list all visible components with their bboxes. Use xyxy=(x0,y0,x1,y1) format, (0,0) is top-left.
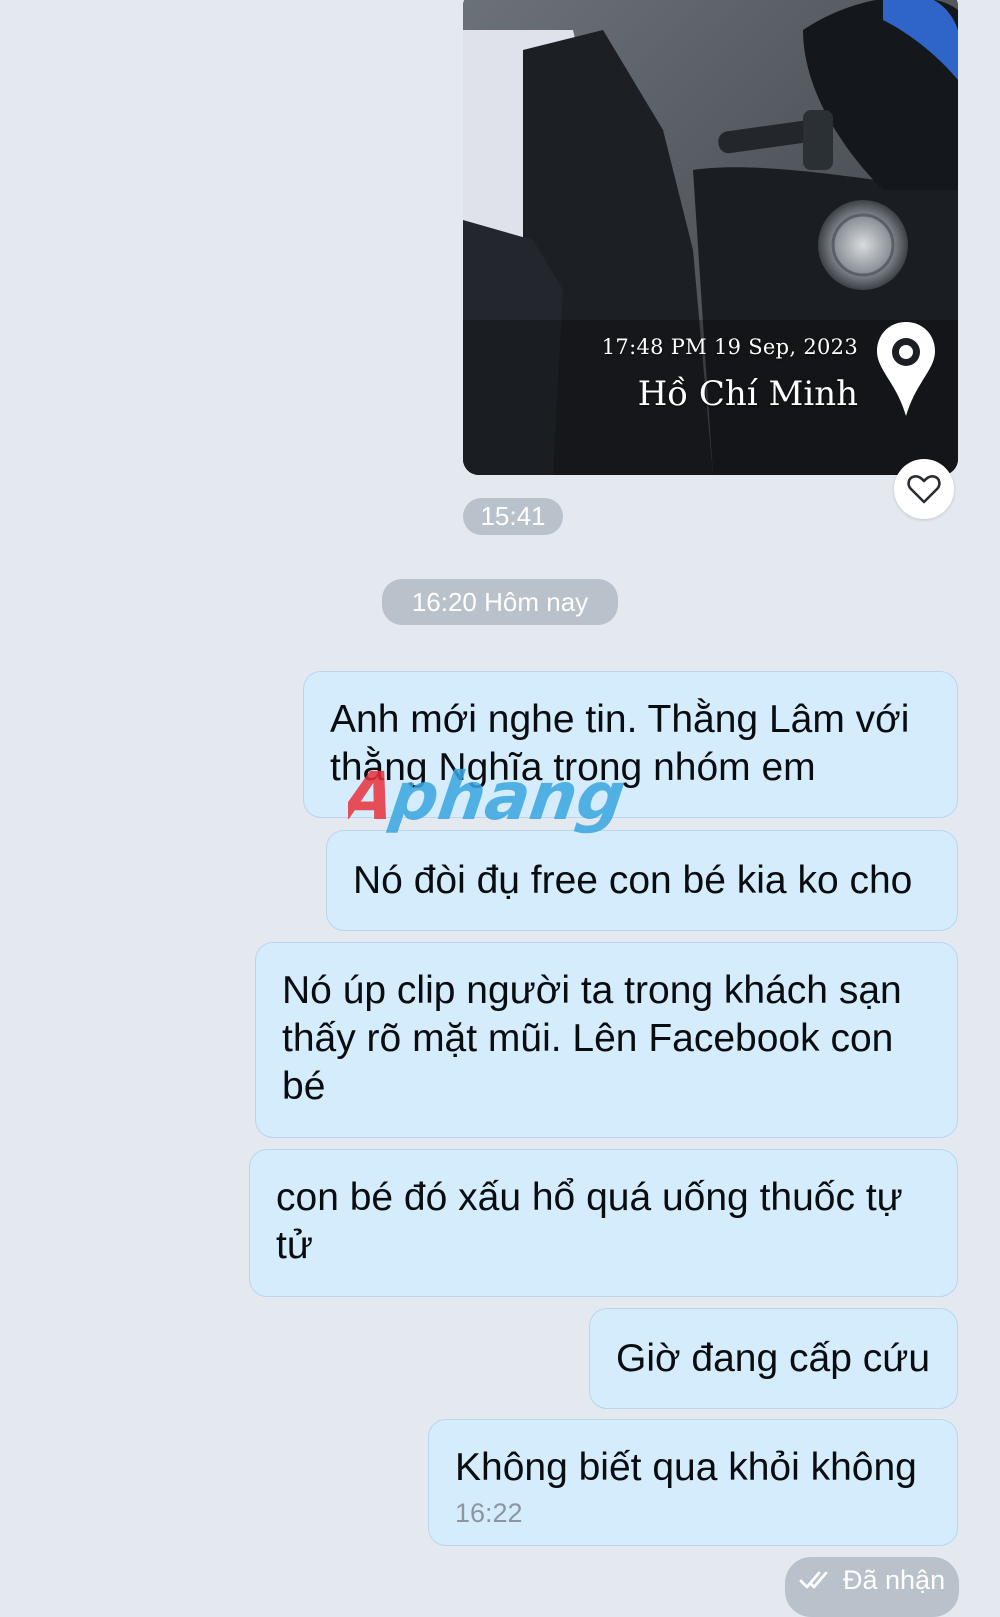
message-text: con bé đó xấu hổ quá uống thuốc tự tử xyxy=(276,1176,903,1267)
delivery-status-label: Đã nhận xyxy=(843,1565,946,1595)
double-check-icon xyxy=(799,1571,828,1589)
photo-location: Hồ Chí Minh xyxy=(637,374,858,414)
delivery-status-badge: Đã nhận xyxy=(785,1557,959,1617)
message-text: Giờ đang cấp cứu xyxy=(616,1337,931,1380)
photo-timestamp: 17:48 PM 19 Sep, 2023 xyxy=(601,335,858,359)
message-text: Không biết qua khỏi không xyxy=(455,1446,917,1489)
message-bubble[interactable]: Nó úp clip người ta trong khách sạn thấy… xyxy=(255,942,958,1138)
photo-message[interactable]: 17:48 PM 19 Sep, 2023 Hồ Chí Minh xyxy=(463,0,958,475)
message-bubble[interactable]: Nó đòi đụ free con bé kia ko cho xyxy=(326,830,958,931)
message-bubble[interactable]: Không biết qua khỏi không 16:22 xyxy=(428,1419,958,1546)
date-separator: 16:20 Hôm nay xyxy=(382,579,618,625)
message-text: Nó úp clip người ta trong khách sạn thấy… xyxy=(282,969,902,1108)
message-bubble[interactable]: Anh mới nghe tin. Thằng Lâm với thằng Ng… xyxy=(303,671,958,818)
message-bubble[interactable]: Giờ đang cấp cứu xyxy=(589,1308,958,1409)
message-time: 16:22 xyxy=(455,1498,523,1528)
photo-sent-time: 15:41 xyxy=(463,498,563,535)
map-pin-icon xyxy=(877,322,935,416)
like-button[interactable] xyxy=(894,459,954,519)
message-text: Nó đòi đụ free con bé kia ko cho xyxy=(353,859,913,902)
message-bubble[interactable]: con bé đó xấu hổ quá uống thuốc tự tử xyxy=(249,1149,958,1297)
message-text: Anh mới nghe tin. Thằng Lâm với thằng Ng… xyxy=(330,698,910,789)
heart-outline-icon xyxy=(907,474,941,504)
